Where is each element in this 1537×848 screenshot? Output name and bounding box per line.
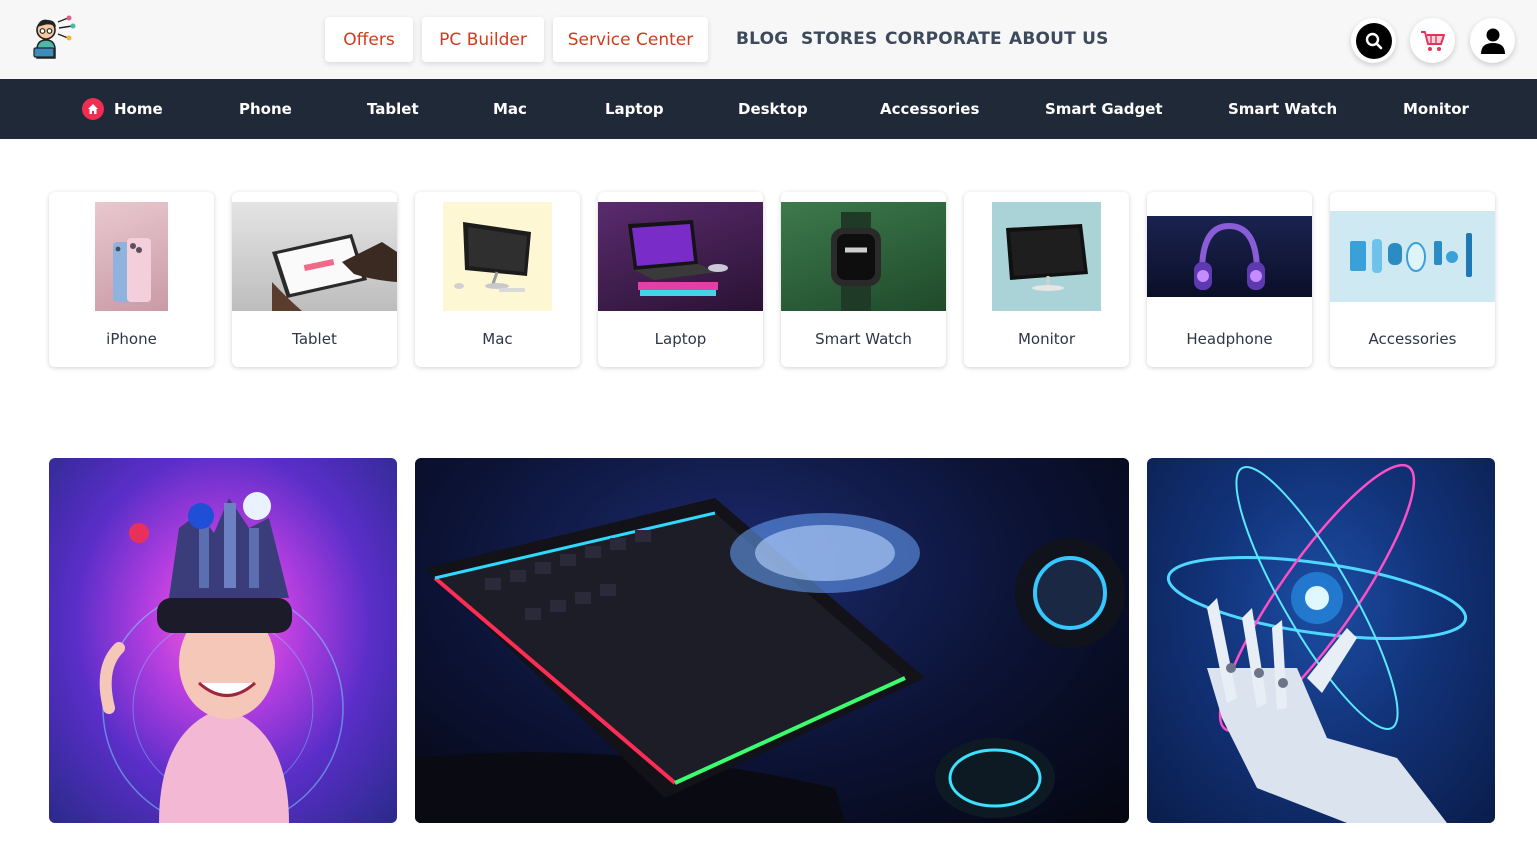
category-card-smart-watch[interactable]: Smart Watch [781,192,946,367]
nav-item-home[interactable]: Home [82,79,163,139]
category-label: Laptop [654,330,707,348]
user-icon [1480,28,1505,54]
pc-builder-button[interactable]: PC Builder [422,17,544,62]
category-nav-bar: Home Phone Tablet Mac Laptop Desktop Acc… [0,79,1537,139]
robot-hand-illustration [1166,463,1468,823]
nav-item-monitor[interactable]: Monitor [1403,79,1469,139]
mac-image [443,202,552,311]
nav-item-mac[interactable]: Mac [493,79,527,139]
nav-item-desktop[interactable]: Desktop [738,79,808,139]
robot-hand-atom-banner[interactable] [1147,458,1495,823]
gaming-setup-illustration [415,498,1125,823]
category-card-laptop[interactable]: Laptop [598,192,763,367]
tablet-image [232,202,397,311]
nav-item-tablet[interactable]: Tablet [367,79,419,139]
offers-label: Offers [343,29,395,50]
cart-icon [1420,30,1445,51]
search-icon [1355,22,1392,59]
search-button[interactable] [1351,18,1396,63]
category-label: Mac [482,330,513,348]
mascot-logo-icon[interactable] [28,14,76,60]
top-header: Offers PC Builder Service Center BLOG ST… [0,0,1537,79]
category-label: iPhone [106,330,157,348]
vr-person-illustration [99,492,344,823]
category-label: Tablet [292,330,337,348]
category-card-tablet[interactable]: Tablet [232,192,397,367]
nav-item-smart-gadget[interactable]: Smart Gadget [1045,79,1163,139]
nav-item-home-label: Home [114,100,163,118]
category-card-accessories[interactable]: Accessories [1330,192,1495,367]
category-label: Monitor [1017,330,1076,348]
stores-link[interactable]: STORES [801,29,877,53]
category-label: Headphone [1186,330,1273,348]
home-icon [82,98,104,120]
account-button[interactable] [1470,18,1515,63]
laptop-image [598,202,763,311]
service-center-button[interactable]: Service Center [553,17,708,62]
category-label: Accessories [1368,330,1457,348]
category-card-iphone[interactable]: iPhone [49,192,214,367]
category-card-monitor[interactable]: Monitor [964,192,1129,367]
blog-link[interactable]: BLOG [736,29,788,53]
accessories-image [1330,211,1495,302]
offers-button[interactable]: Offers [325,17,413,62]
smart-watch-image [781,202,946,311]
monitor-image [992,202,1101,311]
vr-metaverse-banner[interactable] [49,458,397,823]
headphone-image [1147,216,1312,297]
category-card-headphone[interactable]: Headphone [1147,192,1312,367]
about-us-link[interactable]: ABOUT US [1009,29,1109,53]
category-label: Smart Watch [815,330,912,348]
pc-builder-label: PC Builder [439,29,527,50]
nav-item-laptop[interactable]: Laptop [605,79,664,139]
nav-item-smart-watch[interactable]: Smart Watch [1228,79,1337,139]
service-center-label: Service Center [567,29,694,50]
cart-button[interactable] [1410,18,1455,63]
nav-item-phone[interactable]: Phone [239,79,292,139]
nav-item-accessories[interactable]: Accessories [880,79,979,139]
iphone-image [95,202,168,311]
gaming-setup-banner[interactable] [415,458,1129,823]
category-card-mac[interactable]: Mac [415,192,580,367]
corporate-link[interactable]: CORPORATE [885,29,1002,53]
